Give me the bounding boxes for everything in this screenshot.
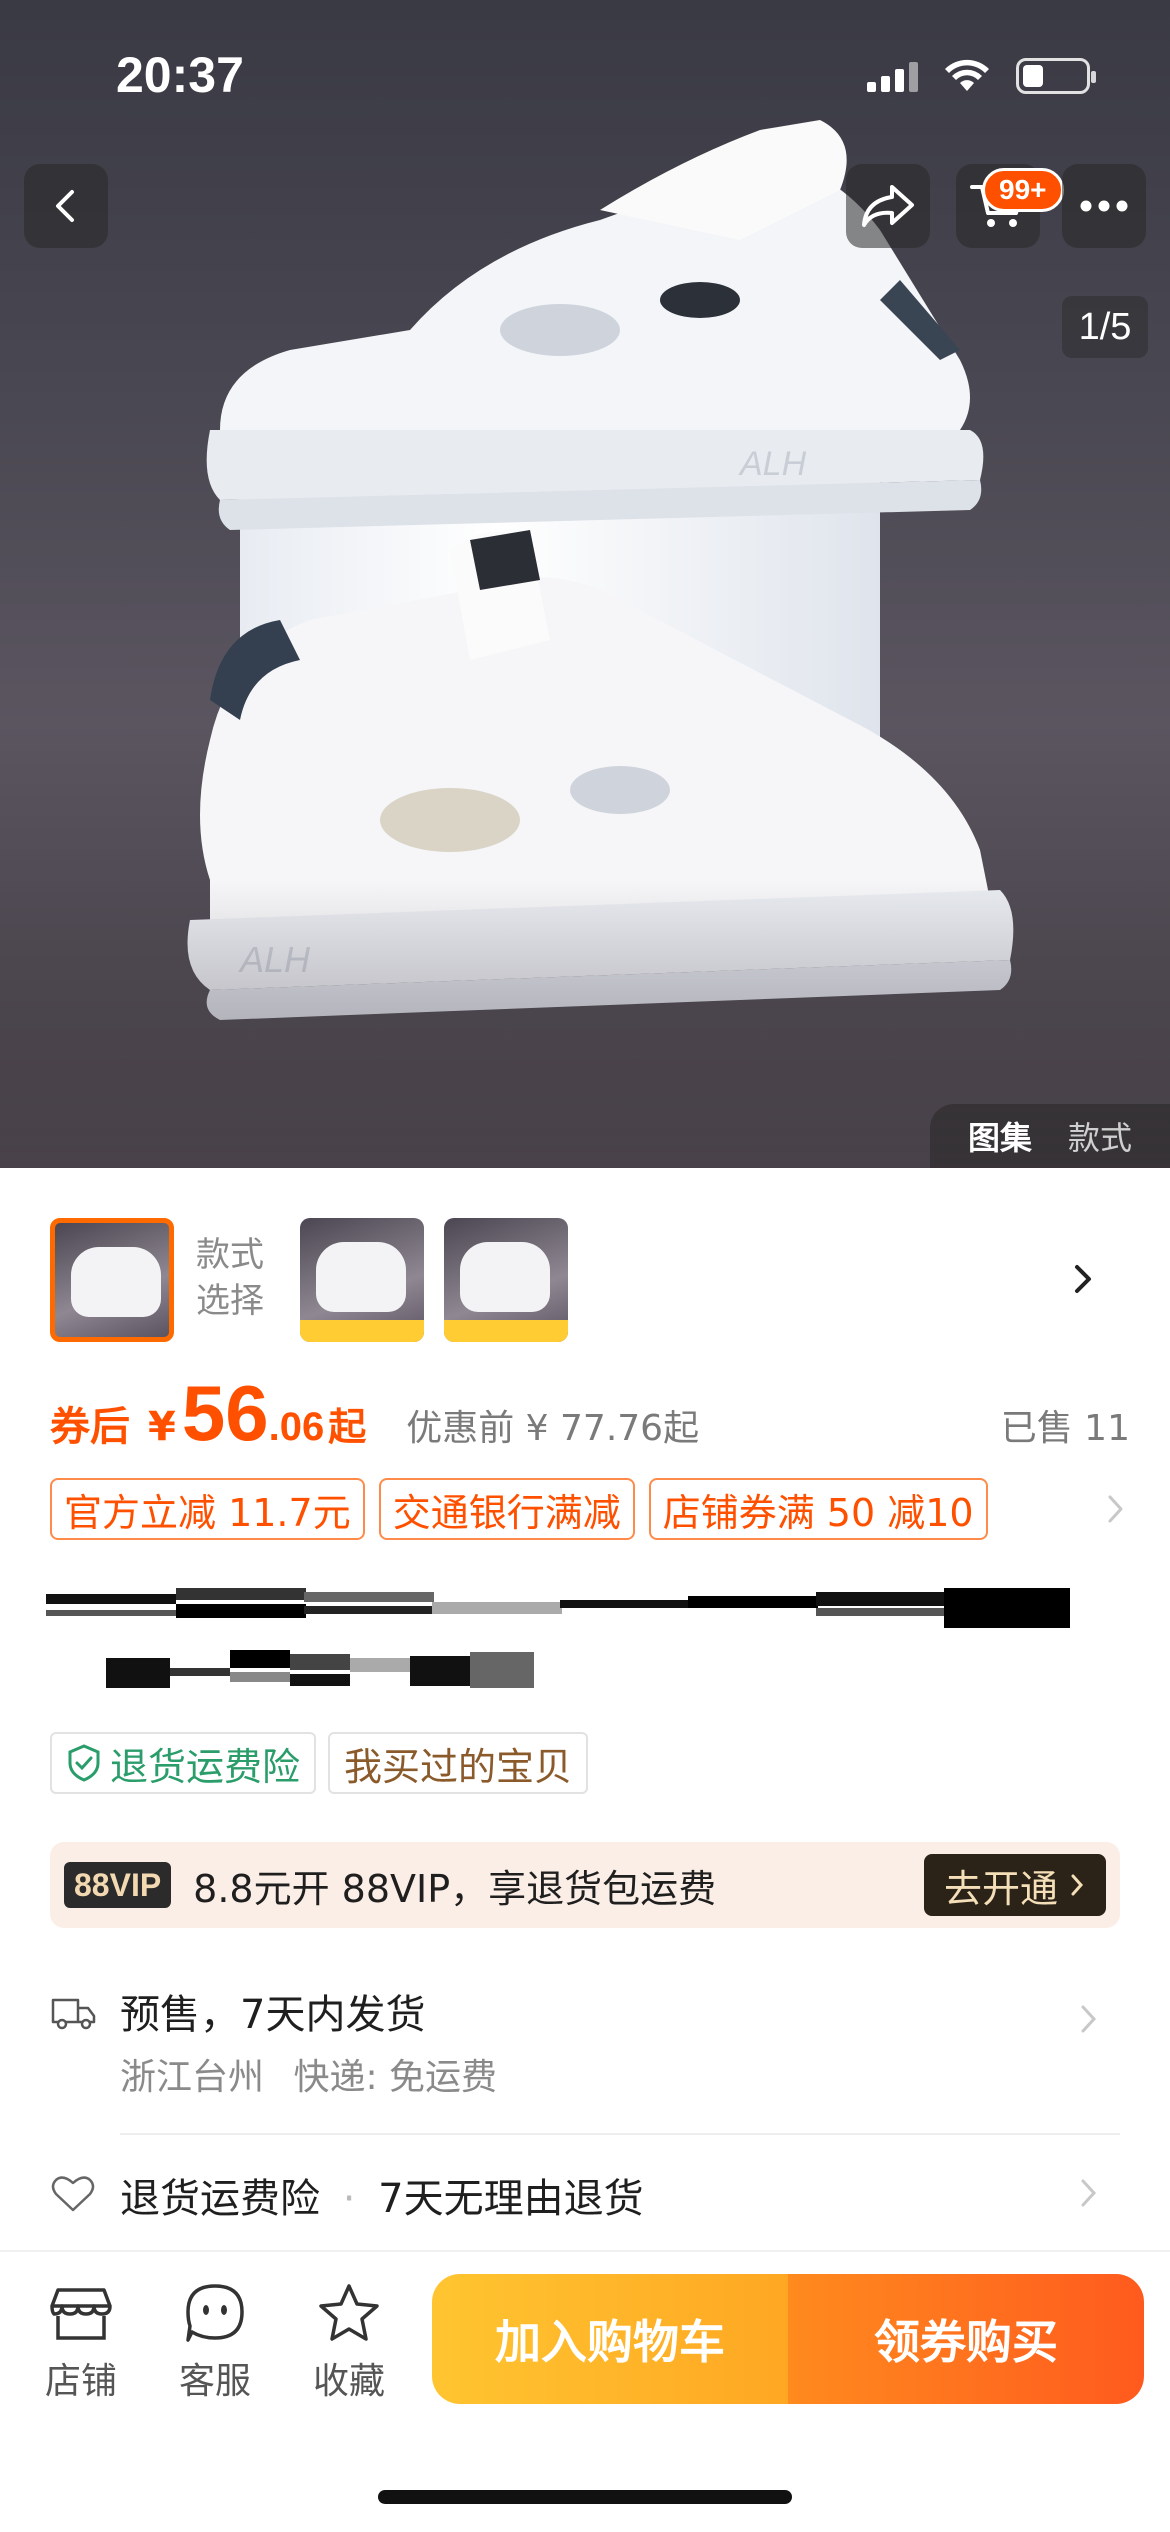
purchase-actions: 加入购物车 领券购买 [432,2274,1144,2404]
shield-check-icon [68,1744,100,1782]
promo-bank-discount[interactable]: 交通银行满减 [378,1478,635,1540]
heart-icon [51,2176,95,2212]
chevron-right-icon [1081,2179,1097,2207]
status-time: 20:37 [116,47,244,103]
currency-symbol: ¥ [148,1404,176,1450]
shipping-fee: 快递: 免运费 [293,2057,498,2098]
bought-before-tag: 我买过的宝贝 [328,1732,589,1794]
tab-styles[interactable]: 款式 [1068,1113,1132,1159]
store-icon [50,2288,112,2340]
more-button[interactable] [1062,164,1146,248]
more-dots-icon [1080,200,1128,212]
promo-store-coupon[interactable]: 店铺券满 50 减10 [648,1478,988,1540]
cart-count-badge: 99+ [982,168,1064,212]
style-selector[interactable]: 款式选择 [0,1216,1170,1346]
favorite-button[interactable]: 收藏 [294,2282,404,2404]
shipping-details: 浙江台州 快递: 免运费 [120,2048,497,2100]
redacted-product-title [46,1588,1076,1698]
return-insurance-label: 退货运费险 [110,1744,301,1789]
cellular-signal-icon [867,60,918,92]
section-divider [120,2133,1120,2135]
add-to-cart-button[interactable]: 加入购物车 [432,2274,788,2404]
favorite-label: 收藏 [312,2361,385,2402]
promotion-tags[interactable]: 官方立减 11.7元 交通银行满减 店铺券满 50 减10 [50,1478,1130,1540]
after-coupon-label: 券后 [50,1404,130,1450]
shop-button[interactable]: 店铺 [26,2282,136,2404]
chevron-right-icon [1071,1874,1084,1896]
chevron-right-icon[interactable] [1066,1262,1100,1296]
service-label: 客服 [178,2361,251,2402]
service-tags: 退货运费险 我买过的宝贝 [50,1732,589,1794]
style-thumbnail[interactable] [444,1218,568,1342]
bought-before-label: 我买过的宝贝 [344,1744,573,1789]
vip-promo-text: 8.8元开 88VIP，享退货包运费 [193,1866,717,1911]
chevron-right-icon [1081,2005,1097,2033]
price-from-suffix: 起 [328,1405,367,1449]
separator-dot: · [342,2176,356,2222]
return-insurance-text: 退货运费险 [120,2176,320,2222]
svg-text:ALH: ALH [738,445,807,483]
price-decimal: .06 [268,1405,325,1449]
shipping-info[interactable]: 预售，7天内发货 浙江台州 快递: 免运费 [50,1982,1120,2118]
price-row: 券后 ¥ 56 .06 起 优惠前 ¥ 77.76起 已售 11 [50,1368,1130,1464]
wifi-icon [945,59,989,91]
battery-icon [1016,58,1096,94]
price-integer: 56 [181,1369,269,1457]
coupon-buy-button[interactable]: 领券购买 [788,2274,1144,2404]
return-policy-text: 退货运费险 · 7天无理由退货 [120,2166,644,2224]
vip-open-button[interactable]: 去开通 [923,1854,1106,1916]
return-insurance-tag: 退货运费险 [50,1732,317,1794]
style-thumbnail[interactable] [300,1218,424,1342]
share-button[interactable] [846,164,930,248]
vip-promo-banner[interactable]: 88VIP 8.8元开 88VIP，享退货包运费 去开通 [50,1842,1120,1928]
image-page-indicator: 1/5 [1062,296,1148,358]
chat-face-icon [186,2284,244,2342]
return-policy[interactable]: 退货运费险 · 7天无理由退货 [50,2166,1120,2226]
customer-service-button[interactable]: 客服 [160,2282,270,2404]
delivery-truck-icon [51,1998,96,2030]
shop-label: 店铺 [44,2361,117,2402]
shipping-title: 预售，7天内发货 [120,1992,426,2038]
chevron-left-icon [56,190,74,222]
product-image-gallery[interactable]: ALH ALH 20:37 [0,0,1170,1168]
style-thumbnail-selected[interactable] [50,1218,174,1342]
status-bar: 20:37 [0,0,1170,150]
home-indicator [378,2490,792,2504]
shipping-origin: 浙江台州 [120,2057,265,2098]
share-arrow-icon [862,185,914,227]
promo-official-discount[interactable]: 官方立减 11.7元 [50,1478,365,1540]
star-icon [319,2284,379,2341]
gallery-tab-bar: 图集 款式 [930,1104,1170,1168]
chevron-right-icon[interactable] [1100,1492,1130,1526]
back-button[interactable] [24,164,108,248]
sold-count: 已售 11 [1000,1408,1130,1449]
vip-open-label: 去开通 [943,1866,1058,1911]
tab-gallery[interactable]: 图集 [968,1113,1032,1159]
vip-logo: 88VIP [64,1862,172,1908]
original-price: 优惠前 ¥ 77.76起 [406,1408,700,1449]
style-selector-label: 款式选择 [196,1235,264,1321]
return-policy-days: 7天无理由退货 [378,2176,644,2222]
